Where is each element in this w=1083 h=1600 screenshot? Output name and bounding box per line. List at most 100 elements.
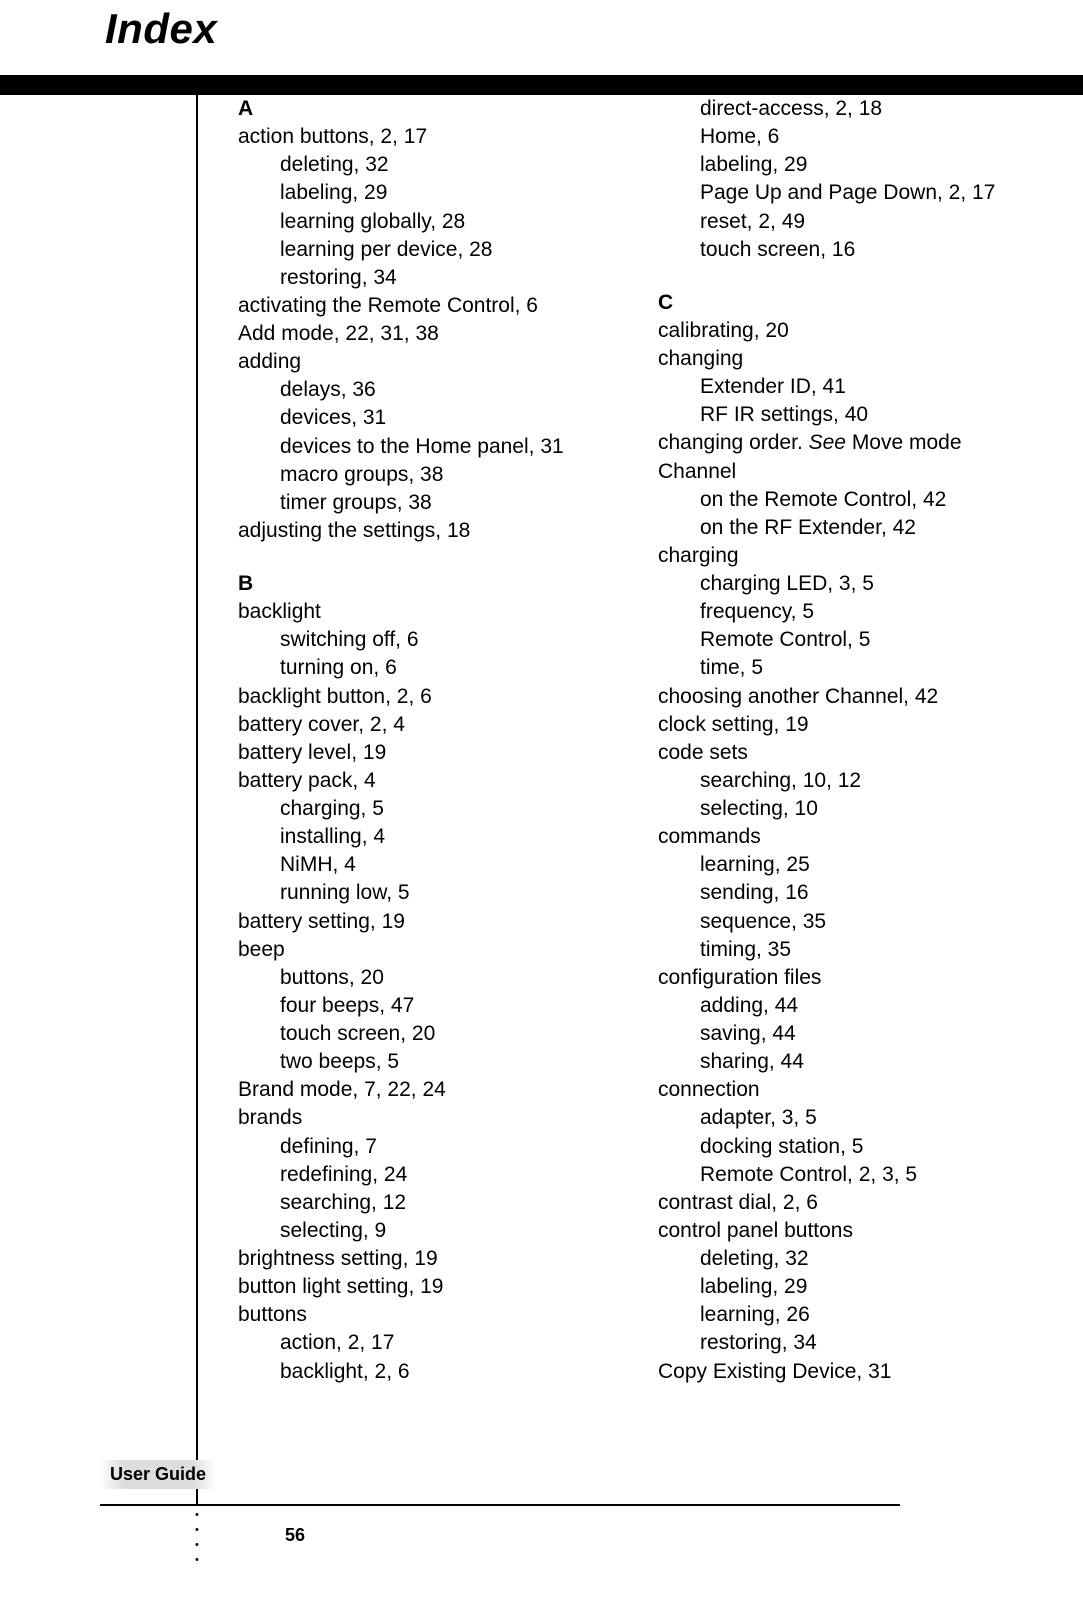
index-entry: brands [238, 1104, 598, 1132]
index-subentry: docking station, 5 [658, 1133, 1018, 1161]
footer-label: User Guide [100, 1460, 216, 1489]
index-subentry: reset, 2, 49 [658, 208, 1018, 236]
header-bar [0, 75, 1083, 95]
vertical-rule [196, 75, 198, 1505]
index-subentry: action, 2, 17 [238, 1329, 598, 1357]
index-subentry: backlight, 2, 6 [238, 1358, 598, 1386]
index-subentry: NiMH, 4 [238, 851, 598, 879]
index-subentry: time, 5 [658, 654, 1018, 682]
index-subentry: on the Remote Control, 42 [658, 486, 1018, 514]
index-subentry: labeling, 29 [658, 1273, 1018, 1301]
index-subentry: adapter, 3, 5 [658, 1104, 1018, 1132]
index-subentry: redefining, 24 [238, 1161, 598, 1189]
index-subentry: sequence, 35 [658, 908, 1018, 936]
index-subentry: switching off, 6 [238, 626, 598, 654]
index-entry: Channel [658, 458, 1018, 486]
index-subentry: selecting, 10 [658, 795, 1018, 823]
index-subentry: timer groups, 38 [238, 489, 598, 517]
index-entry: action buttons, 2, 17 [238, 123, 598, 151]
index-subentry: deleting, 32 [658, 1245, 1018, 1273]
index-subentry: turning on, 6 [238, 654, 598, 682]
index-subentry: installing, 4 [238, 823, 598, 851]
index-subentry: buttons, 20 [238, 964, 598, 992]
index-subentry: adding, 44 [658, 992, 1018, 1020]
index-entry: calibrating, 20 [658, 317, 1018, 345]
index-entry: battery pack, 4 [238, 767, 598, 795]
index-subentry: searching, 12 [238, 1189, 598, 1217]
index-subentry: Extender ID, 41 [658, 373, 1018, 401]
index-entry: connection [658, 1076, 1018, 1104]
index-letter-c: C [658, 289, 1018, 317]
index-entry: battery cover, 2, 4 [238, 711, 598, 739]
index-entry: clock setting, 19 [658, 711, 1018, 739]
index-entry: configuration files [658, 964, 1018, 992]
index-subentry: touch screen, 16 [658, 236, 1018, 264]
index-subentry: Remote Control, 5 [658, 626, 1018, 654]
index-subentry: RF IR settings, 40 [658, 401, 1018, 429]
index-subentry: devices, 31 [238, 404, 598, 432]
index-subentry: Remote Control, 2, 3, 5 [658, 1161, 1018, 1189]
index-entry: backlight [238, 598, 598, 626]
index-subentry: running low, 5 [238, 879, 598, 907]
index-entry: activating the Remote Control, 6 [238, 292, 598, 320]
index-subentry: four beeps, 47 [238, 992, 598, 1020]
index-entry: charging [658, 542, 1018, 570]
index-subentry: selecting, 9 [238, 1217, 598, 1245]
index-entry: commands [658, 823, 1018, 851]
index-entry: Copy Existing Device, 31 [658, 1358, 1018, 1386]
index-subentry: on the RF Extender, 42 [658, 514, 1018, 542]
page-title: Index [105, 5, 217, 53]
index-subentry: macro groups, 38 [238, 461, 598, 489]
index-entry: backlight button, 2, 6 [238, 683, 598, 711]
index-entry: adjusting the settings, 18 [238, 517, 598, 545]
index-entry: changing order. See Move mode [658, 429, 1018, 457]
index-subentry: Page Up and Page Down, 2, 17 [658, 179, 1018, 207]
index-column-2: direct-access, 2, 18 Home, 6 labeling, 2… [658, 95, 1018, 1386]
index-subentry: restoring, 34 [238, 264, 598, 292]
index-subentry: defining, 7 [238, 1133, 598, 1161]
index-subentry: sending, 16 [658, 879, 1018, 907]
index-subentry: charging LED, 3, 5 [658, 570, 1018, 598]
index-entry: Brand mode, 7, 22, 24 [238, 1076, 598, 1104]
index-subentry: sharing, 44 [658, 1048, 1018, 1076]
index-entry: battery setting, 19 [238, 908, 598, 936]
index-subentry: searching, 10, 12 [658, 767, 1018, 795]
index-subentry: delays, 36 [238, 376, 598, 404]
index-column-1: A action buttons, 2, 17 deleting, 32 lab… [238, 95, 598, 1386]
index-entry: battery level, 19 [238, 739, 598, 767]
index-entry: code sets [658, 739, 1018, 767]
index-subentry: touch screen, 20 [238, 1020, 598, 1048]
index-letter-a: A [238, 95, 598, 123]
index-subentry: labeling, 29 [238, 179, 598, 207]
index-subentry: learning globally, 28 [238, 208, 598, 236]
index-subentry: restoring, 34 [658, 1329, 1018, 1357]
index-entry: changing [658, 345, 1018, 373]
horizontal-rule [100, 1504, 900, 1506]
index-subentry: learning, 26 [658, 1301, 1018, 1329]
index-entry: contrast dial, 2, 6 [658, 1189, 1018, 1217]
index-subentry: learning per device, 28 [238, 236, 598, 264]
header: Index [0, 0, 1083, 75]
index-subentry: devices to the Home panel, 31 [238, 433, 598, 461]
page-number: 56 [285, 1525, 305, 1546]
index-subentry: Home, 6 [658, 123, 1018, 151]
index-letter-b: B [238, 570, 598, 598]
index-entry: adding [238, 348, 598, 376]
index-entry: Add mode, 22, 31, 38 [238, 320, 598, 348]
index-entry: button light setting, 19 [238, 1273, 598, 1301]
index-subentry: deleting, 32 [238, 151, 598, 179]
index-entry: beep [238, 936, 598, 964]
index-subentry: saving, 44 [658, 1020, 1018, 1048]
index-entry: buttons [238, 1301, 598, 1329]
index-subentry: labeling, 29 [658, 151, 1018, 179]
index-subentry: two beeps, 5 [238, 1048, 598, 1076]
index-subentry: frequency, 5 [658, 598, 1018, 626]
index-columns: A action buttons, 2, 17 deleting, 32 lab… [238, 95, 1018, 1386]
index-subentry: timing, 35 [658, 936, 1018, 964]
index-subentry: direct-access, 2, 18 [658, 95, 1018, 123]
index-entry: choosing another Channel, 42 [658, 683, 1018, 711]
decorative-dots: •••• [195, 1510, 199, 1570]
index-subentry: charging, 5 [238, 795, 598, 823]
index-entry: control panel buttons [658, 1217, 1018, 1245]
index-entry: brightness setting, 19 [238, 1245, 598, 1273]
